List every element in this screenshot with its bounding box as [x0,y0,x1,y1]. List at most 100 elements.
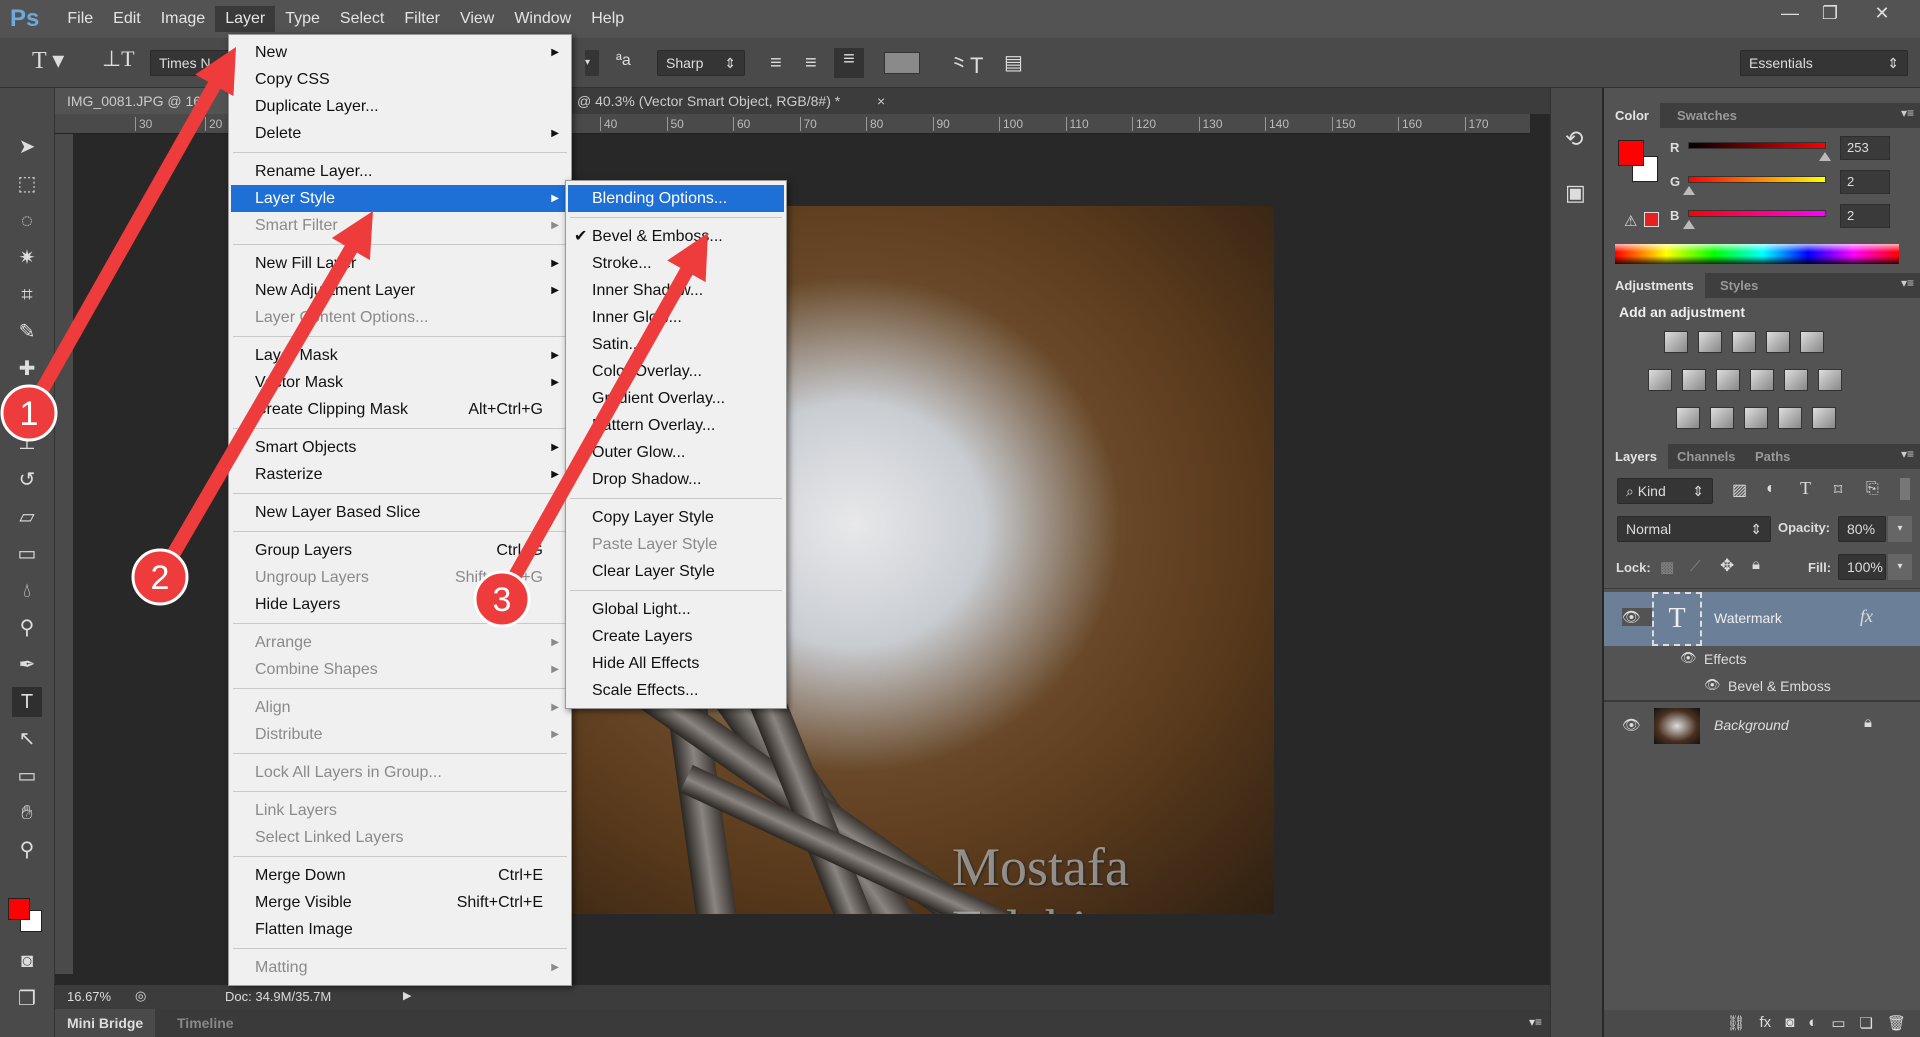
type-tool-icon[interactable]: T [12,687,42,717]
menu-item-color-overlay[interactable]: Color Overlay... [568,358,784,385]
menu-item-align[interactable]: Align ▶ [231,694,569,721]
effect-row-bevel-emboss[interactable]: 👁︎ Bevel & Emboss [1604,673,1920,700]
menu-item-select-linked-layers[interactable]: Select Linked Layers [231,824,569,851]
menu-item-group-layers[interactable]: Group Layers Ctrl+G [231,537,569,564]
align-left-icon[interactable]: ≡ [770,52,782,75]
exposure-icon[interactable] [1766,331,1790,353]
menu-layer[interactable]: Layer [215,6,276,32]
vibrance-icon[interactable] [1800,331,1824,353]
photo-filter-icon[interactable] [1750,369,1774,391]
lasso-tool-icon[interactable]: ◌ [12,206,42,236]
menu-image[interactable]: Image [151,6,215,32]
menu-edit[interactable]: Edit [103,6,151,32]
menu-item-smart-filter[interactable]: Smart Filter ▶ [231,212,569,239]
history-icon[interactable]: ⟲ [1565,126,1583,152]
menu-item-blending-options[interactable]: Blending Options... [568,185,784,212]
menu-item-gradient-overlay[interactable]: Gradient Overlay... [568,385,784,412]
menu-item-hide-layers[interactable]: Hide Layers [231,591,569,618]
menu-item-create-layers[interactable]: Create Layers [568,623,784,650]
properties-icon[interactable]: ▣ [1565,180,1586,206]
text-color-swatch[interactable] [884,52,920,74]
clone-stamp-icon[interactable]: ⊥ [12,428,42,458]
layer-name[interactable]: Background [1714,717,1789,733]
channel-value-r[interactable]: 253 [1840,136,1890,160]
menu-item-rename-layer[interactable]: Rename Layer... [231,158,569,185]
menu-file[interactable]: File [57,6,103,32]
menu-item-clear-layer-style[interactable]: Clear Layer Style [568,558,784,585]
menu-item-hide-all-effects[interactable]: Hide All Effects [568,650,784,677]
panel-menu-icon[interactable]: ▾≡ [1901,447,1914,461]
foreground-color-swatch[interactable] [1618,140,1644,166]
gradient-tool-icon[interactable]: ▭ [12,539,42,569]
menu-item-new-fill-layer[interactable]: New Fill Layer ▶ [231,250,569,277]
menu-item-matting[interactable]: Matting ▶ [231,954,569,981]
tab-color[interactable]: Color [1604,103,1660,128]
hand-tool-icon[interactable]: ✋︎ [12,798,42,828]
character-panel-icon[interactable]: ▤ [1004,50,1023,75]
menu-item-layer-style[interactable]: Layer Style ▶ [231,185,569,212]
menu-item-layer-mask[interactable]: Layer Mask ▶ [231,342,569,369]
menu-item-layer-content-options[interactable]: Layer Content Options... [231,304,569,331]
menu-item-create-clipping-mask[interactable]: Create Clipping Mask Alt+Ctrl+G [231,396,569,423]
menu-filter[interactable]: Filter [394,6,450,32]
slider-thumb[interactable] [1683,220,1696,229]
menu-item-rasterize[interactable]: Rasterize ▶ [231,461,569,488]
pen-tool-icon[interactable]: ✒ [12,650,42,680]
menu-item-new[interactable]: New ▶ [231,39,569,66]
blur-tool-icon[interactable]: 💧︎ [12,576,42,606]
out-of-gamut-warning-icon[interactable]: ⚠ [1624,212,1637,230]
layer-name[interactable]: Watermark [1714,610,1782,626]
menu-item-merge-visible[interactable]: Merge Visible Shift+Ctrl+E [231,889,569,916]
close-icon[interactable]: ✕ [1862,0,1902,28]
screen-mode-icon[interactable]: ❐ [12,984,42,1014]
color-balance-icon[interactable] [1682,369,1706,391]
tab-timeline[interactable]: Timeline [165,1009,246,1037]
font-size-dropdown[interactable]: ▾ [585,50,599,76]
menu-window[interactable]: Window [504,6,581,32]
tab-adjustments[interactable]: Adjustments [1604,273,1705,298]
minimize-icon[interactable]: — [1770,0,1810,28]
filter-smart-object-icon[interactable]: ⎘ [1866,480,1879,498]
menu-item-inner-shadow[interactable]: Inner Shadow... [568,277,784,304]
gradient-map-icon[interactable] [1812,407,1836,429]
panel-menu-icon[interactable]: ▾≡ [1901,106,1914,120]
marquee-tool-icon[interactable]: ⬚ [12,169,42,199]
eraser-icon[interactable]: ▱ [12,502,42,532]
add-mask-icon[interactable]: ◙ [1785,1014,1794,1033]
new-layer-icon[interactable]: ❏ [1860,1014,1873,1033]
menu-item-outer-glow[interactable]: Outer Glow... [568,439,784,466]
lock-transparent-icon[interactable]: ▩ [1660,558,1674,576]
tab-paths[interactable]: Paths [1744,444,1801,469]
close-tab-icon[interactable]: × [865,88,897,114]
menu-view[interactable]: View [450,6,504,32]
fx-icon[interactable]: fx [1860,606,1873,627]
filter-adjustment-icon[interactable]: ◐ [1766,480,1776,498]
color-spectrum-bar[interactable] [1615,244,1899,264]
delete-layer-icon[interactable]: 🗑︎ [1887,1014,1906,1033]
menu-help[interactable]: Help [581,6,634,32]
panel-menu-icon[interactable]: ▾≡ [1529,1015,1542,1029]
move-tool-icon[interactable]: ➤ [12,132,42,162]
layer-filter-select[interactable]: ⌕ Kind ⇕ [1617,478,1713,504]
menu-item-vector-mask[interactable]: Vector Mask ▶ [231,369,569,396]
menu-item-lock-all-layers-in-group[interactable]: Lock All Layers in Group... [231,759,569,786]
toggle-orientation-icon[interactable]: ⊥T [102,46,135,72]
document-tab-active[interactable]: @ 40.3% (Vector Smart Object, RGB/8#) * [565,88,852,114]
history-brush-icon[interactable]: ↺ [12,465,42,495]
rectangle-tool-icon[interactable]: ▭ [12,761,42,791]
gamut-color-swatch[interactable] [1644,212,1659,227]
menu-item-bevel-emboss[interactable]: ✔ Bevel & Emboss... [568,223,784,250]
document-tab-img0081[interactable]: IMG_0081.JPG @ 16.7 [55,88,230,114]
channel-slider-r[interactable] [1688,142,1826,149]
posterize-icon[interactable] [1710,407,1734,429]
tab-swatches[interactable]: Swatches [1666,103,1748,128]
slider-thumb[interactable] [1818,152,1831,161]
fill-dropdown[interactable]: ▾ [1888,554,1912,580]
invert-icon[interactable] [1676,407,1700,429]
menu-item-smart-objects[interactable]: Smart Objects ▶ [231,434,569,461]
menu-item-copy-css[interactable]: Copy CSS [231,66,569,93]
hue-saturation-icon[interactable] [1648,369,1672,391]
blend-mode-select[interactable]: Normal ⇕ [1617,516,1771,542]
tab-mini-bridge[interactable]: Mini Bridge [55,1009,156,1037]
menu-select[interactable]: Select [330,6,394,32]
